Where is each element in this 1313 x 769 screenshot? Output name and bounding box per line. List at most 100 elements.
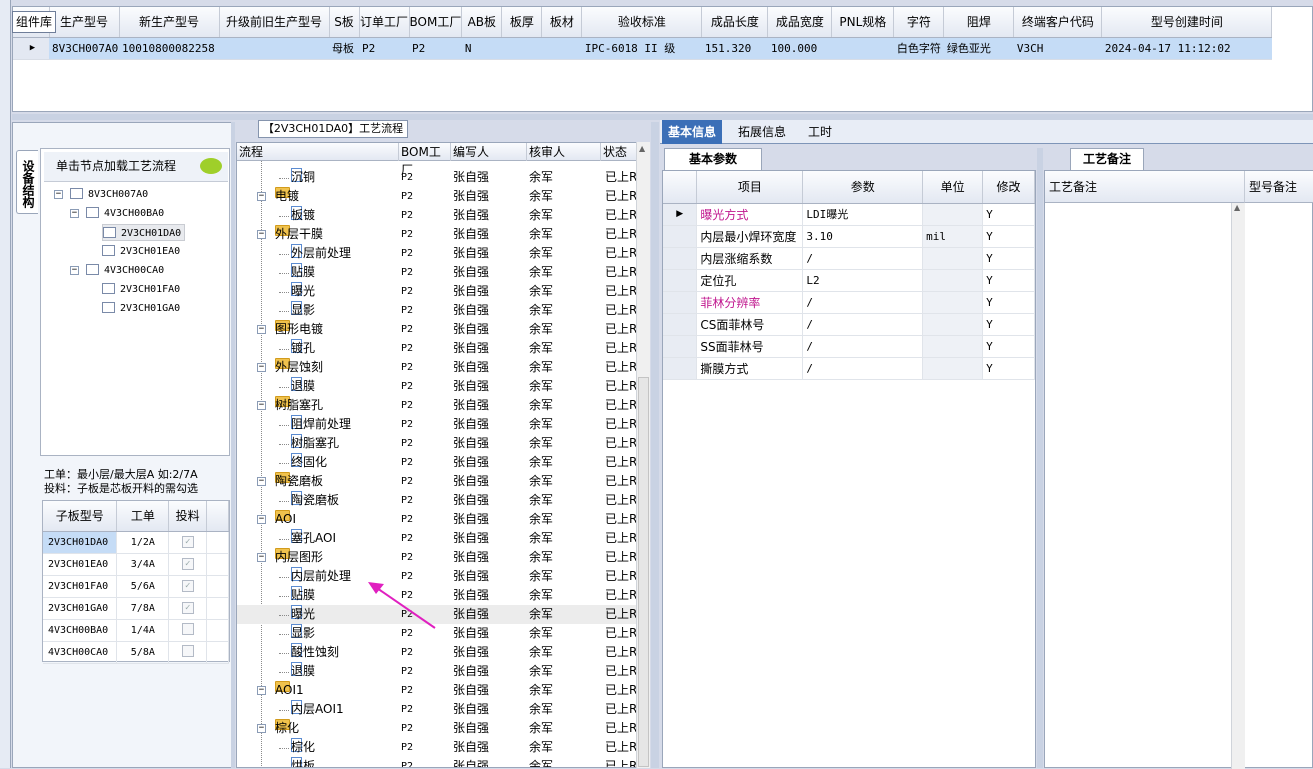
- row-selector-icon[interactable]: [663, 357, 698, 380]
- column-header[interactable]: 型号创建时间: [1101, 7, 1273, 38]
- work-order[interactable]: 5/8A: [116, 641, 170, 664]
- tab-work-hours[interactable]: 工时: [802, 120, 838, 144]
- flow-row[interactable]: 板镀 P2 张自强 余军 已上R: [237, 206, 637, 225]
- param-value[interactable]: /: [802, 247, 924, 270]
- param-value[interactable]: LDI曝光: [802, 203, 924, 226]
- feed-cell[interactable]: ✓: [168, 531, 208, 554]
- table-row[interactable]: 2V3CH01GA0 7/8A ✓: [43, 597, 229, 620]
- flow-row[interactable]: 塞孔AOI P2 张自强 余军 已上R: [237, 529, 637, 548]
- flow-row[interactable]: 阻焊前处理 P2 张自强 余军 已上R: [237, 415, 637, 434]
- param-edit[interactable]: Y: [982, 247, 1035, 270]
- param-item[interactable]: 内层涨缩系数: [696, 247, 804, 270]
- collapse-icon[interactable]: −: [257, 515, 266, 524]
- table-cell[interactable]: 100.000: [767, 37, 832, 60]
- table-row[interactable]: 2V3CH01FA0 5/6A ✓: [43, 575, 229, 598]
- column-header[interactable]: 升级前旧生产型号: [219, 7, 330, 38]
- column-header[interactable]: 投料: [168, 501, 208, 532]
- param-unit[interactable]: [922, 269, 984, 292]
- table-row[interactable]: 4V3CH00CA0 5/8A: [43, 641, 229, 664]
- table-row[interactable]: 内层最小焊环宽度 3.10 mil Y: [663, 225, 1035, 248]
- param-unit[interactable]: [922, 291, 984, 314]
- param-item[interactable]: 曝光方式: [696, 203, 804, 226]
- feed-checkbox[interactable]: ✓: [181, 580, 194, 592]
- flow-row[interactable]: − 内层图形 P2 张自强 余军 已上R: [237, 548, 637, 567]
- column-header[interactable]: 项目: [696, 171, 804, 204]
- table-cell[interactable]: [541, 37, 582, 60]
- work-order[interactable]: 7/8A: [116, 597, 170, 620]
- sub-board-model[interactable]: 2V3CH01GA0: [43, 597, 118, 620]
- vertical-splitter[interactable]: [1037, 148, 1043, 768]
- column-header[interactable]: 板厚: [501, 7, 543, 38]
- param-unit[interactable]: [922, 247, 984, 270]
- flow-row[interactable]: 沉铜 P2 张自强 余军 已上R: [237, 168, 637, 187]
- feed-cell[interactable]: [168, 619, 208, 642]
- row-selector-icon[interactable]: [663, 225, 698, 248]
- column-header[interactable]: 终端客户代码: [1013, 7, 1103, 38]
- flow-row[interactable]: 酸性蚀刻 P2 张自强 余军 已上R: [237, 643, 637, 662]
- column-header[interactable]: BOM工厂: [409, 7, 463, 38]
- table-row[interactable]: SS面菲林号 / Y: [663, 335, 1035, 358]
- flow-row[interactable]: 终固化 P2 张自强 余军 已上R: [237, 453, 637, 472]
- tab-basic-info[interactable]: 基本信息: [662, 120, 723, 144]
- column-header[interactable]: 成品长度: [701, 7, 769, 38]
- flow-row[interactable]: 烘板 P2 张自强 余军 已上R: [237, 757, 637, 767]
- param-edit[interactable]: Y: [982, 357, 1035, 380]
- param-item[interactable]: SS面菲林号: [696, 335, 804, 358]
- collapse-icon[interactable]: −: [257, 325, 266, 334]
- flow-row[interactable]: 曝光 P2 张自强 余军 已上R: [237, 282, 637, 301]
- vertical-splitter[interactable]: [231, 122, 235, 768]
- feed-checkbox[interactable]: [181, 644, 194, 657]
- row-selector-icon[interactable]: [663, 313, 698, 336]
- collapse-icon[interactable]: −: [70, 209, 79, 218]
- tab-basic-params[interactable]: 基本参数: [664, 148, 762, 170]
- tree-node[interactable]: 4V3CH00BA0: [86, 205, 164, 222]
- table-row[interactable]: 菲林分辨率 / Y: [663, 291, 1035, 314]
- work-order[interactable]: 5/6A: [116, 575, 170, 598]
- tab-device-structure[interactable]: 设备结构: [16, 150, 38, 214]
- feed-checkbox[interactable]: ✓: [181, 536, 194, 548]
- param-unit[interactable]: [922, 203, 984, 226]
- column-header[interactable]: 验收标准: [581, 7, 703, 38]
- scroll-up-icon[interactable]: ▲: [639, 144, 645, 153]
- table-row[interactable]: 定位孔 L2 Y: [663, 269, 1035, 292]
- table-cell[interactable]: 白色字符: [893, 37, 944, 60]
- work-order[interactable]: 1/4A: [116, 619, 170, 642]
- flow-row[interactable]: − AOI1 P2 张自强 余军 已上R: [237, 681, 637, 700]
- collapse-icon[interactable]: −: [257, 724, 266, 733]
- flow-row[interactable]: 镀孔 P2 张自强 余军 已上R: [237, 339, 637, 358]
- collapse-icon[interactable]: −: [257, 401, 266, 410]
- param-unit[interactable]: mil: [922, 225, 984, 248]
- table-cell[interactable]: 10010800082258: [119, 37, 219, 60]
- flow-row[interactable]: 退膜 P2 张自强 余军 已上R: [237, 662, 637, 681]
- column-header[interactable]: 编写人: [451, 143, 527, 161]
- table-cell[interactable]: 绿色亚光: [943, 37, 1014, 60]
- column-header[interactable]: 订单工厂: [359, 7, 410, 38]
- sub-board-model[interactable]: 2V3CH01FA0: [43, 575, 118, 598]
- feed-checkbox[interactable]: [181, 622, 194, 635]
- table-cell[interactable]: 8V3CH007A0: [49, 37, 119, 60]
- row-selector-icon[interactable]: ▶: [663, 203, 698, 226]
- collapse-icon[interactable]: −: [257, 553, 266, 562]
- table-row[interactable]: ▶ 曝光方式 LDI曝光 Y: [663, 203, 1035, 226]
- column-header[interactable]: 参数: [802, 171, 924, 204]
- tab-extended-info[interactable]: 拓展信息: [732, 120, 792, 144]
- collapse-icon[interactable]: −: [54, 190, 63, 199]
- vertical-splitter[interactable]: [651, 122, 659, 768]
- param-edit[interactable]: Y: [982, 335, 1035, 358]
- table-row[interactable]: ▶ 8V3CH007A0 10010800082258 母板 P2 P2 N IPC-6018…: [13, 37, 1272, 60]
- column-header[interactable]: AB板: [461, 7, 503, 38]
- collapse-icon[interactable]: −: [70, 266, 79, 275]
- flow-row[interactable]: − 外层蚀刻 P2 张自强 余军 已上R: [237, 358, 637, 377]
- column-header[interactable]: 工单: [116, 501, 170, 532]
- table-cell[interactable]: [501, 37, 542, 60]
- table-row[interactable]: 2V3CH01DA0 1/2A ✓: [43, 531, 229, 554]
- param-item[interactable]: CS面菲林号: [696, 313, 804, 336]
- column-header[interactable]: 修改: [982, 171, 1035, 204]
- column-header[interactable]: 新生产型号: [119, 7, 220, 38]
- tree-node[interactable]: 2V3CH01FA0: [102, 281, 180, 298]
- table-cell[interactable]: V3CH: [1013, 37, 1102, 60]
- table-cell[interactable]: N: [461, 37, 502, 60]
- feed-checkbox[interactable]: ✓: [181, 558, 194, 570]
- flow-row[interactable]: − 外层干膜 P2 张自强 余军 已上R: [237, 225, 637, 244]
- table-cell[interactable]: 2024-04-17 11:12:02: [1101, 37, 1272, 60]
